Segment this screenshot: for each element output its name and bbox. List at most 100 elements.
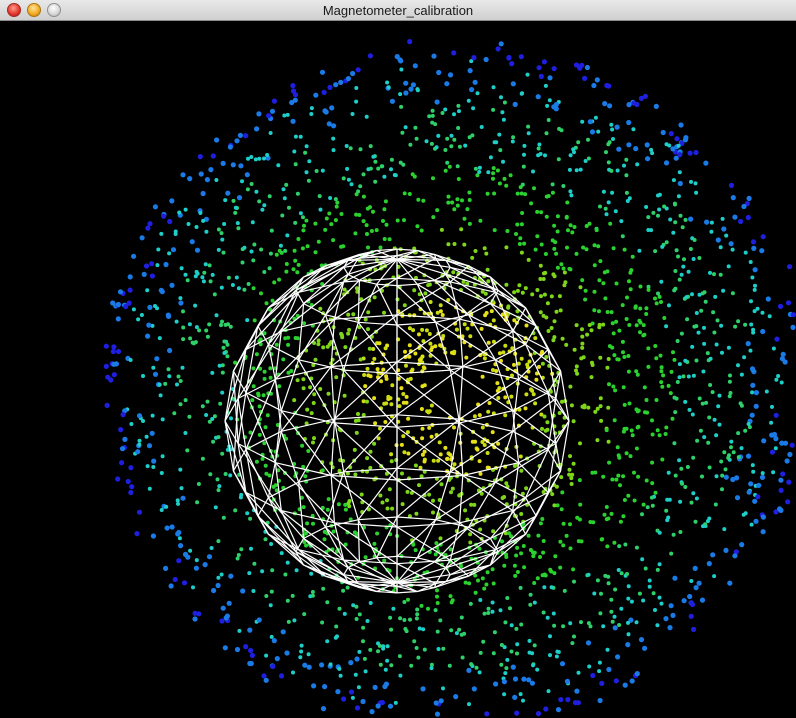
- data-point: [436, 458, 441, 463]
- data-point: [472, 414, 477, 419]
- data-point: [678, 499, 683, 504]
- data-point: [385, 498, 389, 503]
- data-point: [433, 700, 439, 706]
- data-point: [601, 189, 606, 194]
- data-point: [378, 426, 382, 431]
- data-point: [243, 644, 249, 650]
- data-point: [535, 711, 542, 717]
- data-point: [422, 449, 427, 454]
- data-point: [631, 100, 637, 106]
- data-point: [734, 475, 740, 481]
- data-point: [532, 600, 537, 605]
- data-point: [637, 318, 642, 323]
- data-point: [519, 356, 524, 361]
- data-point: [558, 697, 564, 703]
- data-point: [537, 364, 541, 369]
- data-point: [622, 498, 627, 502]
- data-point: [187, 322, 192, 327]
- data-point: [438, 698, 444, 704]
- data-point: [372, 396, 377, 401]
- data-point: [645, 505, 650, 510]
- data-point: [402, 191, 407, 196]
- data-point: [477, 546, 482, 551]
- data-point: [474, 665, 479, 670]
- data-point: [286, 335, 291, 340]
- data-point: [621, 385, 626, 390]
- data-point: [405, 489, 410, 494]
- data-point: [365, 456, 370, 461]
- data-point: [675, 339, 680, 343]
- data-point: [496, 396, 501, 400]
- data-point: [616, 357, 621, 362]
- data-point: [337, 666, 342, 671]
- data-point: [491, 581, 496, 586]
- visualization-canvas[interactable]: [0, 21, 796, 718]
- data-point: [151, 365, 156, 370]
- data-point: [697, 256, 702, 260]
- data-point: [298, 655, 303, 660]
- sphere-edge: [343, 369, 398, 375]
- data-point: [670, 612, 676, 619]
- data-point: [302, 612, 307, 617]
- data-point: [335, 689, 341, 695]
- data-point: [694, 190, 699, 195]
- data-point: [225, 190, 231, 196]
- sphere-edge: [396, 590, 418, 594]
- data-point: [234, 138, 240, 144]
- data-point: [590, 672, 596, 679]
- data-point: [438, 452, 443, 457]
- data-point: [580, 345, 585, 350]
- data-point: [618, 519, 623, 524]
- data-point: [662, 316, 667, 320]
- data-point: [441, 646, 446, 651]
- data-point: [455, 197, 460, 202]
- data-point: [187, 414, 192, 419]
- data-point: [187, 176, 193, 182]
- data-point: [776, 374, 781, 378]
- data-point: [449, 628, 454, 633]
- data-point: [317, 194, 322, 199]
- data-point: [202, 270, 207, 275]
- data-point: [331, 238, 336, 243]
- data-point: [263, 463, 268, 468]
- sphere-edge: [434, 561, 447, 569]
- data-point: [285, 112, 290, 117]
- data-point: [251, 589, 256, 593]
- data-point: [301, 505, 306, 510]
- data-point: [518, 54, 524, 60]
- data-point: [538, 521, 543, 526]
- data-point: [413, 125, 418, 130]
- data-point: [359, 492, 364, 497]
- window-titlebar[interactable]: Magnetometer_calibration: [0, 0, 796, 21]
- data-point: [382, 207, 387, 212]
- sphere-edge: [280, 359, 300, 411]
- data-point: [308, 385, 313, 390]
- data-point: [448, 594, 453, 599]
- data-point: [786, 479, 792, 485]
- data-point: [322, 537, 327, 542]
- data-point: [583, 288, 588, 293]
- data-point: [223, 615, 229, 621]
- data-point: [708, 383, 713, 387]
- data-point: [519, 222, 524, 227]
- data-point: [606, 666, 612, 673]
- data-point: [381, 644, 386, 649]
- data-point: [586, 137, 590, 142]
- data-point: [515, 570, 520, 574]
- data-point: [621, 350, 625, 355]
- data-point: [223, 472, 228, 476]
- data-point: [497, 181, 502, 186]
- data-point: [445, 456, 450, 461]
- data-point: [714, 433, 719, 438]
- data-point: [677, 375, 682, 380]
- data-point: [298, 211, 303, 216]
- data-point: [420, 384, 425, 389]
- data-point: [145, 464, 150, 469]
- data-point: [700, 474, 704, 479]
- data-point: [490, 430, 495, 435]
- data-point: [615, 445, 620, 450]
- data-point: [417, 483, 421, 488]
- data-point: [691, 373, 696, 378]
- data-point: [249, 249, 254, 254]
- data-point: [770, 404, 774, 409]
